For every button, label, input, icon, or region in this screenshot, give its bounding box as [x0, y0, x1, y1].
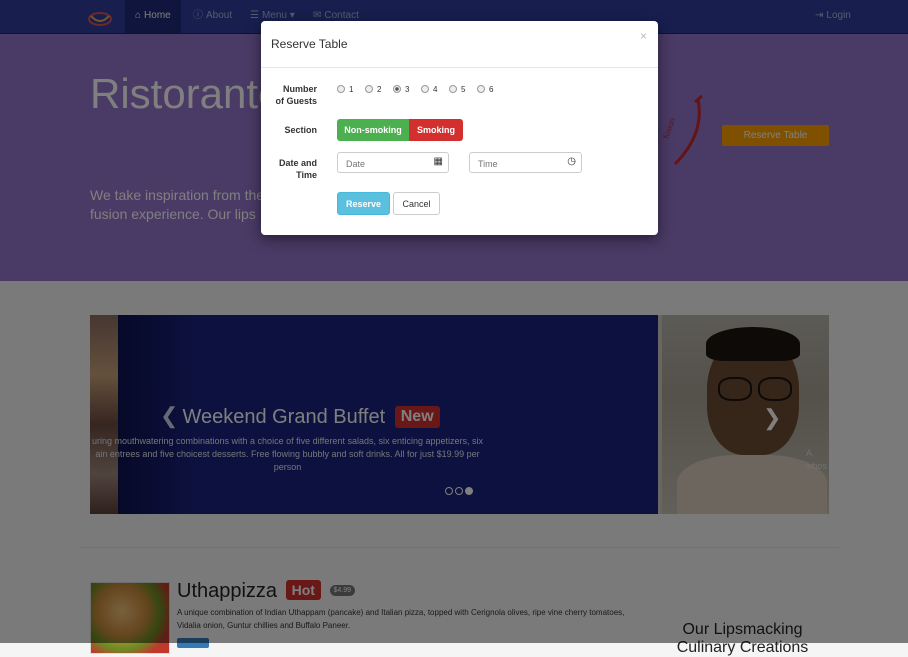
- smoking-button[interactable]: Smoking: [409, 119, 463, 141]
- non-smoking-button[interactable]: Non-smoking: [337, 119, 409, 141]
- time-input[interactable]: [470, 153, 569, 174]
- section-label: Section: [284, 125, 317, 135]
- guests-radio-3[interactable]: 3: [393, 85, 409, 94]
- guests-radio-6[interactable]: 6: [477, 85, 493, 94]
- calendar-icon[interactable]: ▦: [434, 156, 443, 167]
- guests-radio-5[interactable]: 5: [449, 85, 465, 94]
- radio-selected-icon[interactable]: [393, 85, 401, 93]
- modal-header: Reserve Table ×: [261, 21, 658, 68]
- modal-title: Reserve Table: [271, 37, 348, 51]
- close-icon[interactable]: ×: [640, 29, 647, 43]
- guests-radio-1[interactable]: 1: [337, 85, 353, 94]
- reserve-button[interactable]: Reserve: [337, 192, 390, 215]
- datetime-label: Date and Time: [278, 158, 317, 180]
- guests-radio-4[interactable]: 4: [421, 85, 437, 94]
- guests-radio-2[interactable]: 2: [365, 85, 381, 94]
- radio-icon[interactable]: [365, 85, 373, 93]
- date-field[interactable]: ▦: [337, 152, 449, 174]
- time-field[interactable]: ◷: [469, 152, 582, 174]
- guests-label: Number of Guests: [275, 84, 317, 106]
- reserve-table-modal: Reserve Table × Number of Guests 1 2 3 4…: [261, 21, 658, 235]
- radio-icon[interactable]: [337, 85, 345, 93]
- clock-icon[interactable]: ◷: [567, 156, 576, 167]
- cancel-button[interactable]: Cancel: [393, 192, 440, 215]
- date-input[interactable]: [338, 153, 436, 174]
- radio-icon[interactable]: [449, 85, 457, 93]
- radio-icon[interactable]: [421, 85, 429, 93]
- radio-icon[interactable]: [477, 85, 485, 93]
